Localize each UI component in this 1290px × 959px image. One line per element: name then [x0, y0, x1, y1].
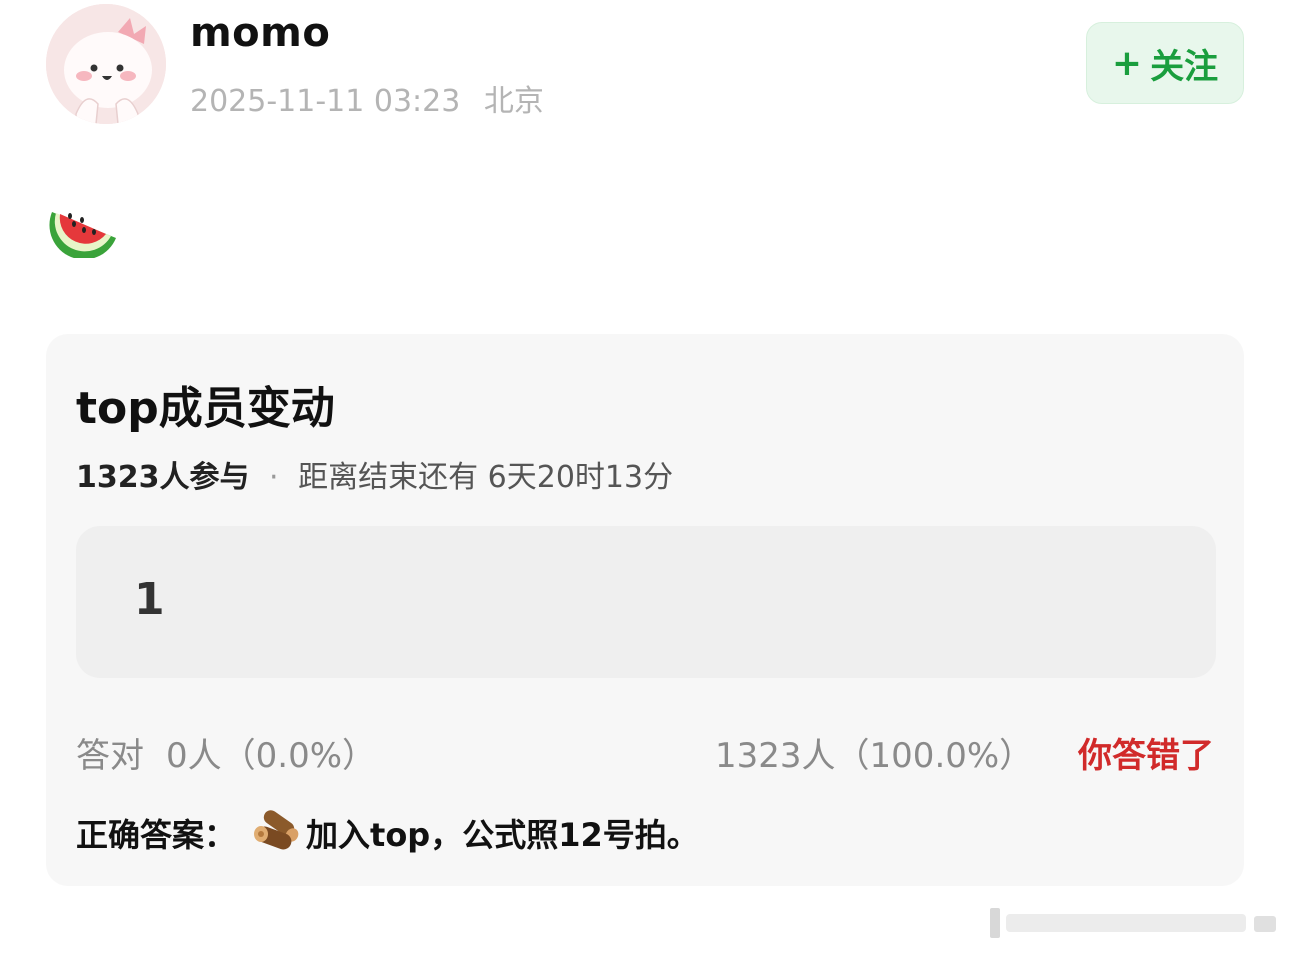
log-icon — [254, 810, 299, 850]
quiz-title: top成员变动 — [76, 383, 335, 434]
quiz-subtitle: 1323人参与 · 距离结束还有 6天20时13分 — [76, 452, 673, 496]
correct-stats: 答对 0人（0.0%） — [76, 728, 376, 777]
username[interactable]: momo — [190, 10, 330, 56]
avatar-illustration — [46, 4, 166, 124]
option-text: 1 — [134, 574, 165, 625]
participant-count: 1323人参与 — [76, 460, 250, 495]
avatar[interactable] — [46, 4, 166, 124]
quiz-option[interactable]: 1 — [76, 526, 1216, 678]
watermark-icon — [990, 908, 1276, 938]
post-meta: 2025-11-11 03:23 北京 — [190, 76, 544, 120]
correct-count: 0人（0.0%） — [166, 736, 377, 776]
plus-icon: + — [1111, 42, 1143, 84]
answer-value: 加入top，公式照12号拍。 — [306, 816, 699, 854]
watermelon-icon — [48, 198, 120, 260]
correct-label: 答对 — [76, 736, 144, 776]
quiz-card: top成员变动 1323人参与 · 距离结束还有 6天20时13分 1 答对 0人… — [46, 334, 1244, 886]
answer-label: 正确答案： — [76, 816, 237, 854]
correct-answer: 正确答案： 加入top，公式照12号拍。 — [76, 808, 699, 858]
post-datetime: 2025-11-11 03:23 — [190, 84, 461, 119]
separator-dot: · — [269, 460, 279, 495]
post-page: momo 2025-11-11 03:23 北京 + 关注 top成员变动 13… — [0, 0, 1290, 959]
countdown: 距离结束还有 6天20时13分 — [298, 460, 674, 495]
post-location: 北京 — [483, 84, 544, 119]
wrong-count: 1323人（100.0%） — [715, 736, 1034, 776]
result-text: 你答错了 — [1078, 736, 1214, 776]
follow-button[interactable]: + 关注 — [1086, 22, 1244, 104]
wrong-stats: 1323人（100.0%） 你答错了 — [715, 728, 1214, 777]
follow-label: 关注 — [1150, 46, 1219, 87]
